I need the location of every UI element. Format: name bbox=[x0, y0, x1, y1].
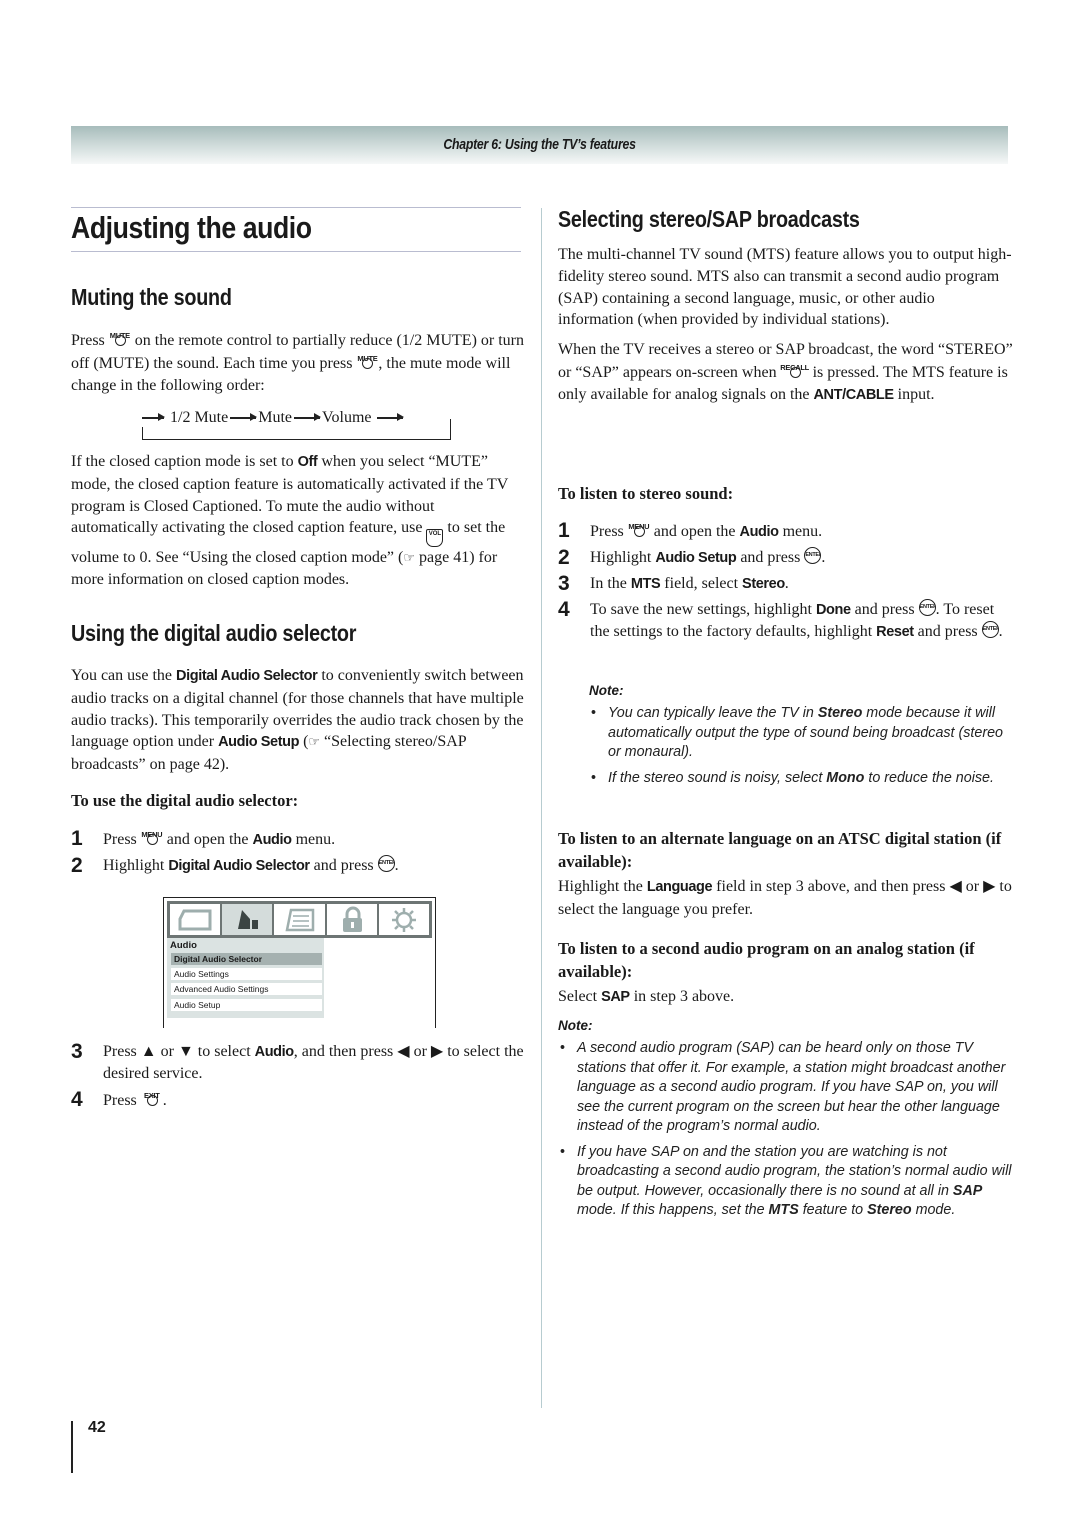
sap-paragraph: Select SAP in step 3 above. bbox=[558, 988, 735, 1005]
note-title: Note: bbox=[558, 1018, 593, 1033]
menu-item-audio-settings[interactable]: Audio Settings bbox=[171, 968, 322, 980]
mute-order-diagram: 1/2 Mute Mute Volume bbox=[142, 407, 452, 443]
selector-subheading: To use the digital audio selector: bbox=[71, 791, 299, 810]
reference-hand-icon: ☞ bbox=[308, 734, 321, 750]
arrow-icon bbox=[294, 414, 321, 421]
lock-icon bbox=[326, 904, 377, 935]
atsc-paragraph: Highlight the Language field in step 3 a… bbox=[558, 878, 1012, 918]
recall-key-icon: RECALL bbox=[780, 361, 809, 379]
muting-paragraph-1: Press MUTE on the remote control to part… bbox=[71, 329, 524, 394]
note-item: A second audio program (SAP) can be hear… bbox=[558, 1039, 1014, 1137]
step-2: 2 Highlight Audio Setup and press ENTER. bbox=[558, 546, 826, 569]
note-list: You can typically leave the TV in Stereo… bbox=[589, 704, 1014, 788]
stereo-subheading: To listen to stereo sound: bbox=[558, 484, 734, 503]
stereo-sap-heading: Selecting stereo/SAP broadcasts bbox=[558, 206, 860, 232]
picture-icon bbox=[170, 904, 221, 935]
menu-heading: Audio bbox=[170, 940, 197, 951]
column-divider bbox=[541, 208, 542, 1408]
step-3: 3 Press ▲ or ▼ to select Audio, and then … bbox=[71, 1040, 524, 1083]
selector-heading: Using the digital audio selector bbox=[71, 620, 357, 646]
muting-paragraph-2: If the closed caption mode is set to Off… bbox=[71, 453, 509, 589]
selector-steps: 1 Press MENU and open the Audio menu. 2 Hi… bbox=[71, 828, 526, 877]
sap-subheading: To listen to a second audio program on a… bbox=[558, 939, 975, 981]
menu-icon-bar bbox=[167, 901, 432, 938]
audio-menu-panel: Audio Digital Audio Selector Audio Setti… bbox=[167, 938, 324, 1018]
mute-key-icon: MUTE bbox=[109, 329, 131, 347]
volume-key-icon: VOL bbox=[426, 529, 444, 548]
page-number: 42 bbox=[88, 1419, 106, 1436]
page-number-rule bbox=[71, 1421, 73, 1473]
page-title: Adjusting the audio bbox=[71, 210, 312, 245]
step-1: 1 Press MENU and open the Audio menu. bbox=[71, 827, 336, 850]
title-rule-bottom bbox=[71, 251, 521, 252]
arrow-icon bbox=[142, 414, 165, 421]
mute-step: 1/2 Mute bbox=[170, 409, 229, 426]
atsc-subheading: To listen to an alternate language on an… bbox=[558, 829, 1002, 871]
title-rule-top bbox=[71, 207, 521, 208]
chapter-title: Chapter 6: Using the TV’s features bbox=[443, 136, 636, 153]
reference-hand-icon: ☞ bbox=[403, 550, 416, 566]
mute-key-icon: MUTE bbox=[356, 352, 378, 370]
note-list: A second audio program (SAP) can be hear… bbox=[558, 1039, 1014, 1221]
enter-key-icon: ENTER bbox=[377, 855, 395, 872]
menu-item-audio-setup[interactable]: Audio Setup bbox=[171, 999, 322, 1011]
menu-item-advanced-audio-settings[interactable]: Advanced Audio Settings bbox=[171, 983, 322, 995]
stereo-sap-paragraph-2: When the TV receives a stereo or SAP bro… bbox=[558, 341, 1013, 403]
step-1: 1 Press MENU and open the Audio menu. bbox=[558, 519, 823, 542]
arrow-icon bbox=[230, 414, 258, 421]
audio-speaker-icon bbox=[222, 904, 273, 935]
step-3: 3 In the MTS field, select Stereo. bbox=[558, 572, 789, 595]
menu-key-icon: MENU bbox=[628, 520, 650, 538]
menu-item-digital-audio-selector[interactable]: Digital Audio Selector bbox=[171, 953, 322, 965]
setup-gear-icon bbox=[378, 904, 430, 935]
stereo-steps: 1 Press MENU and open the Audio menu. 2 Hi… bbox=[558, 520, 1013, 643]
exit-key-icon: EXIT bbox=[141, 1089, 163, 1107]
audio-menu-screenshot: Audio Digital Audio Selector Audio Setti… bbox=[163, 897, 436, 1028]
step-4: 4 To save the new settings, highlight Don… bbox=[558, 598, 1003, 641]
preferences-icon bbox=[274, 904, 325, 935]
mute-step: Mute bbox=[258, 409, 292, 426]
sap-note: Note: A second audio program (SAP) can b… bbox=[558, 1018, 1014, 1227]
enter-key-icon: ENTER bbox=[918, 599, 936, 616]
chapter-header-band: Chapter 6: Using the TV’s features bbox=[71, 126, 1008, 164]
mute-step: Volume bbox=[322, 409, 372, 426]
note-item: If the stereo sound is noisy, select Mon… bbox=[589, 769, 1014, 789]
enter-key-icon: ENTER bbox=[981, 621, 999, 638]
enter-key-icon: ENTER bbox=[804, 547, 822, 564]
menu-key-icon: MENU bbox=[141, 828, 163, 846]
selector-steps-continued: 3 Press ▲ or ▼ to select Audio, and then … bbox=[71, 1041, 526, 1112]
selector-paragraph: You can use the Digital Audio Selector t… bbox=[71, 667, 524, 774]
step-4: 4 Press EXIT. bbox=[71, 1088, 167, 1111]
muting-heading: Muting the sound bbox=[71, 284, 232, 310]
stereo-sap-paragraph-1: The multi-channel TV sound (MTS) feature… bbox=[558, 244, 1013, 415]
arrow-icon bbox=[377, 414, 405, 421]
note-item: You can typically leave the TV in Stereo… bbox=[589, 704, 1014, 763]
note-item: If you have SAP on and the station you a… bbox=[558, 1143, 1014, 1221]
note-title: Note: bbox=[589, 683, 624, 698]
step-2: 2 Highlight Digital Audio Selector and pr… bbox=[71, 854, 399, 877]
stereo-note: Note: You can typically leave the TV in … bbox=[589, 683, 1014, 794]
